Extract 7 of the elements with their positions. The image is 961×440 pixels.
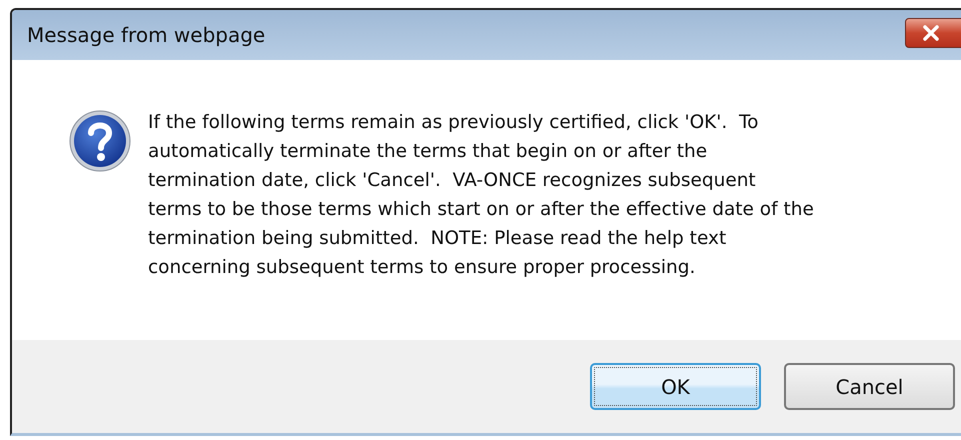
ok-button[interactable]: OK xyxy=(590,363,761,410)
window-title: Message from webpage xyxy=(27,23,266,47)
question-icon xyxy=(68,109,132,173)
message-text: If the following terms remain as previously certified, click 'OK'. To automatically terminate the terms that begin on or after the termination date, click 'Cancel'. VA-ONCE recognizes subsequent terms to be those terms which start on or after the effective date of the termination being submitted. NOTE: Please read the help text concerning subsequent terms to ensure proper processing. xyxy=(148,111,814,280)
close-icon xyxy=(920,25,942,41)
close-button[interactable] xyxy=(905,18,961,48)
cancel-button[interactable]: Cancel xyxy=(784,363,955,410)
